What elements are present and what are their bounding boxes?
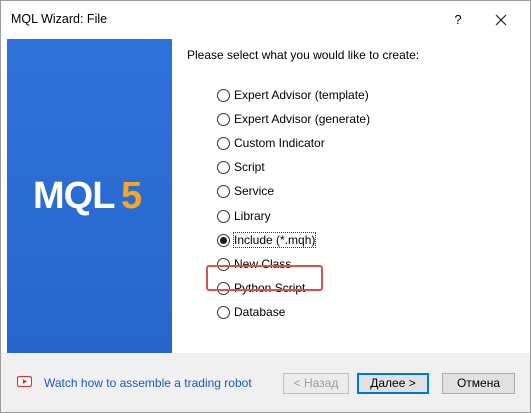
mql5-logo: MQL 5 [33,175,142,216]
option-library[interactable]: Library [217,207,271,225]
radio-button[interactable] [217,209,230,223]
help-button[interactable]: ? [447,10,469,30]
mql5-banner: MQL 5 [7,39,172,354]
option-label: Service [234,184,275,198]
next-button[interactable]: Далее > [357,373,429,394]
watch-tutorial-link[interactable]: Watch how to assemble a trading robot [44,376,252,390]
option-label: Script [234,160,265,174]
option-include[interactable]: Include (*.mqh) [217,231,317,249]
radio-button[interactable] [217,305,230,319]
wizard-body: MQL 5 Please select what you would like … [1,39,530,354]
option-service[interactable]: Service [217,182,274,200]
window-title: MQL Wizard: File [11,12,108,26]
close-icon [495,14,507,26]
close-button[interactable] [490,9,512,31]
radio-button[interactable] [217,136,230,150]
cancel-button[interactable]: Отмена [442,373,515,394]
title-bar: MQL Wizard: File ? [1,1,530,39]
svg-text:5: 5 [121,175,142,216]
back-button[interactable]: < Назад [283,373,349,394]
radio-button-selected[interactable] [217,233,230,247]
radio-button[interactable] [217,88,230,102]
option-label: Include (*.mqh) [232,232,317,248]
option-script[interactable]: Script [217,158,265,176]
radio-button[interactable] [217,184,230,198]
footer-bar: Watch how to assemble a trading robot < … [1,353,530,412]
option-custom-indicator[interactable]: Custom Indicator [217,134,325,152]
wizard-window: MQL Wizard: File ? MQL 5 Please select w… [0,0,531,413]
selection-highlight [206,265,323,291]
option-label: Expert Advisor (template) [234,88,369,102]
option-label: Library [234,209,271,223]
option-expert-advisor-generate[interactable]: Expert Advisor (generate) [217,110,370,128]
option-label: Database [234,305,286,319]
radio-button[interactable] [217,160,230,174]
youtube-play-icon[interactable] [17,376,32,387]
option-label: Custom Indicator [234,136,325,150]
option-database[interactable]: Database [217,303,285,321]
radio-button[interactable] [217,112,230,126]
option-expert-advisor-template[interactable]: Expert Advisor (template) [217,86,369,104]
option-label: Expert Advisor (generate) [234,112,371,126]
svg-text:MQL: MQL [33,175,115,216]
prompt-text: Please select what you would like to cre… [187,48,420,62]
